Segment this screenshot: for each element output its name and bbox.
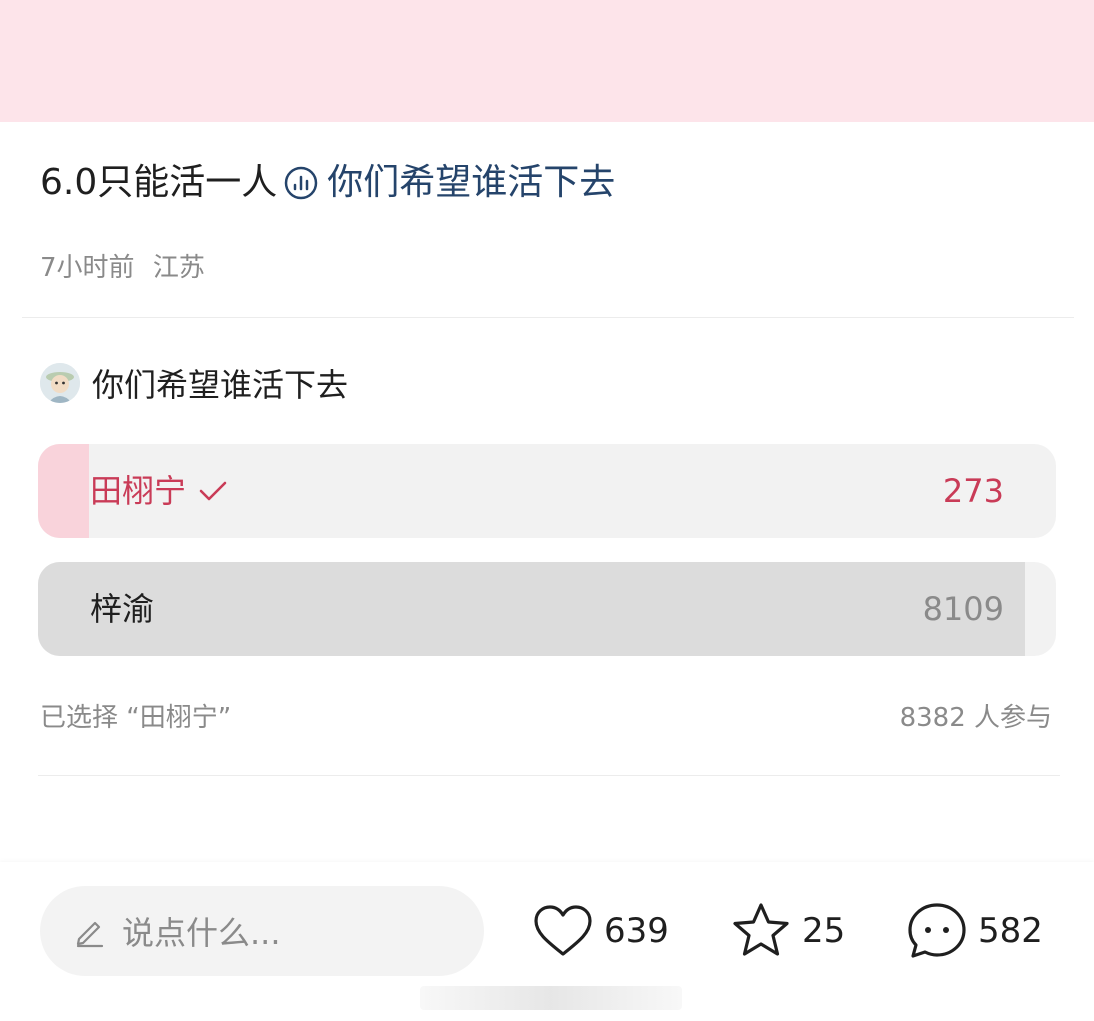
poll-option-2-count: 8109 — [922, 590, 1004, 628]
topic-text: 你们希望谁活下去 — [327, 162, 616, 203]
divider — [22, 317, 1074, 318]
poll-question: 你们希望谁活下去 — [92, 366, 349, 404]
poll-option-2[interactable]: 梓渝 8109 — [38, 562, 1056, 656]
comment-input[interactable]: 说点什么... — [40, 886, 484, 976]
post-title: 6.0只能活一人 你们希望谁活下去 — [40, 158, 615, 208]
poll-header: 你们希望谁活下去 — [40, 360, 348, 406]
post-title-text: 6.0只能活一人 — [40, 162, 278, 203]
poll-option-2-label: 梓渝 — [90, 590, 155, 628]
poll-option-1-bar — [38, 444, 89, 538]
divider — [38, 775, 1060, 776]
top-banner — [0, 0, 1094, 122]
poll-option-1-label: 田栩宁 — [90, 472, 187, 510]
avatar-image — [40, 363, 80, 403]
topic-link[interactable]: 你们希望谁活下去 — [277, 158, 615, 208]
poll-option-1-count: 273 — [942, 472, 1004, 510]
like-button[interactable]: 639 — [528, 886, 669, 976]
poll-selected-text: 已选择 “田栩宁” — [40, 703, 232, 733]
like-count: 639 — [604, 911, 669, 951]
check-icon — [199, 481, 227, 501]
comment-count: 582 — [978, 911, 1043, 951]
pen-icon — [76, 921, 104, 948]
star-icon — [733, 903, 789, 956]
poll-option-2-bar — [38, 562, 1026, 656]
favorite-count: 25 — [802, 911, 846, 951]
comment-button[interactable]: 582 — [902, 886, 1043, 976]
watermark — [420, 986, 682, 1010]
topic-chart-icon — [285, 166, 318, 200]
post-meta: 7小时前 江苏 — [40, 247, 205, 284]
comment-bubble-icon — [908, 903, 966, 958]
post-time: 7小时前 — [40, 253, 135, 283]
post-location: 江苏 — [152, 253, 205, 283]
comment-placeholder: 说点什么... — [122, 914, 281, 952]
poll-participants: 8382 人参与 — [899, 703, 1052, 733]
heart-icon — [534, 905, 592, 956]
avatar[interactable] — [40, 363, 80, 403]
poll-option-1-label-wrap: 田栩宁 — [90, 444, 228, 538]
favorite-button[interactable]: 25 — [726, 886, 845, 976]
poll-option-1[interactable]: 田栩宁 273 — [38, 444, 1056, 538]
